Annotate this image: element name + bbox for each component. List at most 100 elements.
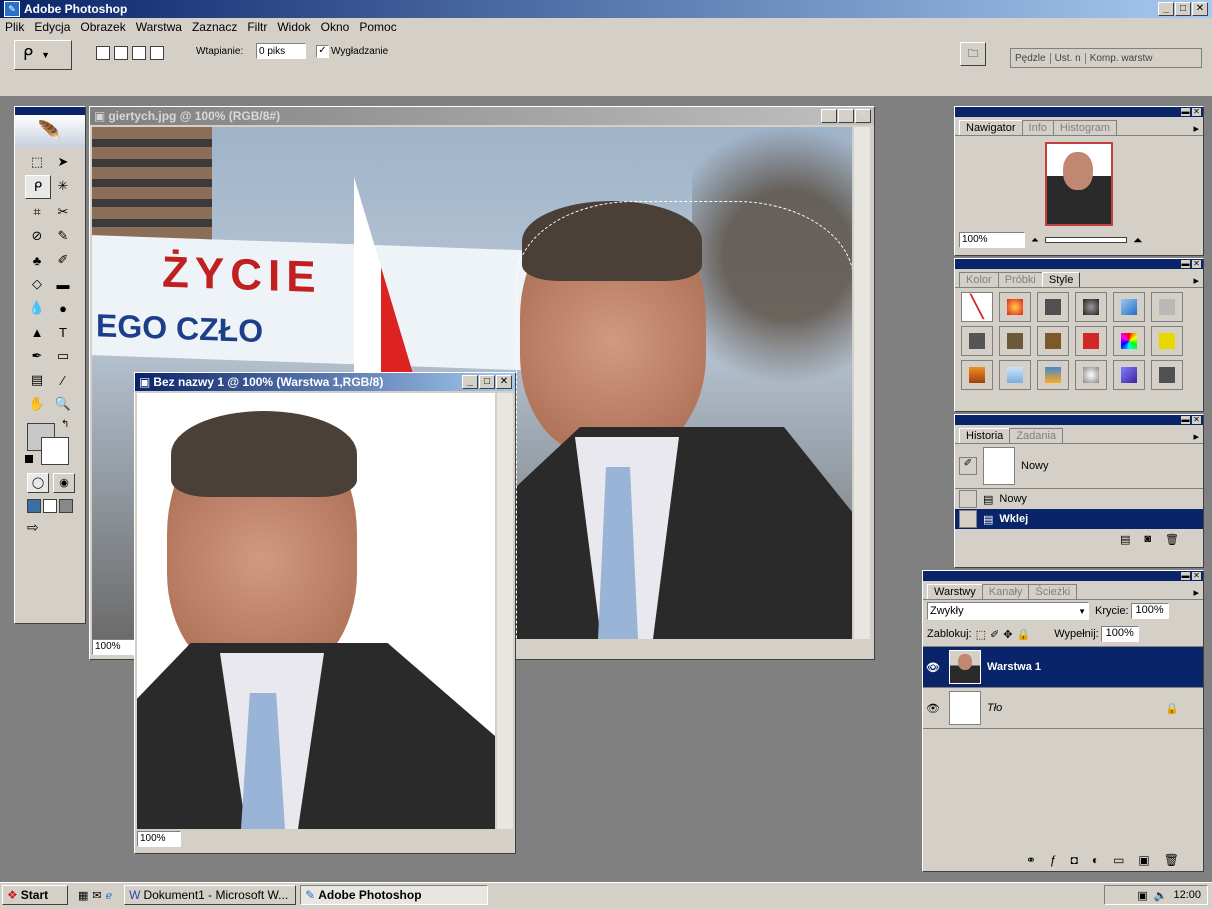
tab-kanaly[interactable]: Kanały (981, 584, 1030, 599)
blend-mode-select[interactable]: Zwykły ▼ (927, 602, 1089, 620)
doc2-maximize-button[interactable]: □ (479, 375, 495, 389)
opacity-field[interactable]: 100% (1130, 603, 1169, 619)
doc2-close-button[interactable]: ✕ (496, 375, 512, 389)
menu-zaznacz[interactable]: Zaznacz (187, 20, 242, 34)
navigator-menu-icon[interactable]: ▸ (1193, 122, 1199, 135)
history-minimize-button[interactable]: ▬ (1181, 416, 1190, 424)
history-snapshot[interactable]: ✐ Nowy (955, 444, 1203, 489)
doc1-zoom-field[interactable]: 100% (92, 639, 136, 655)
palette-well-tab-brushes[interactable]: Pędzle (1011, 52, 1051, 64)
palette-well-tab-layer-comps[interactable]: Komp. warstw (1086, 53, 1157, 64)
eyedropper-icon[interactable]: ⁄ (51, 369, 75, 391)
new-document-from-state-icon[interactable]: ▤ (1120, 533, 1130, 546)
standard-mode-icon[interactable]: ◯ (27, 473, 49, 493)
file-browser-icon[interactable]: 🗀 (960, 42, 986, 66)
tab-historia[interactable]: Historia (959, 428, 1011, 443)
feather-input[interactable]: 0 piks (256, 43, 306, 59)
imageready-jump-icon[interactable]: ⇨ (27, 519, 85, 536)
quick-mask-icon[interactable]: ◉ (53, 473, 75, 493)
style-swatch[interactable] (999, 326, 1031, 356)
tab-probki[interactable]: Próbki (997, 272, 1043, 287)
layers-minimize-button[interactable]: ▬ (1181, 572, 1190, 580)
fill-field[interactable]: 100% (1100, 626, 1139, 642)
menu-pomoc[interactable]: Pomoc (354, 20, 401, 34)
move-tool-icon[interactable]: ➤ (51, 151, 75, 173)
style-swatch[interactable] (999, 292, 1031, 322)
history-close-button[interactable]: ✕ (1192, 416, 1201, 424)
antialias-checkbox[interactable]: ✓ (316, 45, 329, 58)
new-snapshot-icon[interactable]: ◙ (1144, 533, 1151, 546)
document-titlebar[interactable]: ▣ giertych.jpg @ 100% (RGB/8#) _ □ ✕ (90, 107, 874, 125)
zoom-out-icon[interactable]: ⏶ (1031, 235, 1039, 246)
gradient-tool-icon[interactable]: ▬ (51, 273, 75, 295)
tab-info[interactable]: Info (1021, 120, 1054, 135)
background-color-swatch[interactable] (41, 437, 69, 465)
default-colors-icon[interactable] (25, 455, 33, 463)
tab-sciezki[interactable]: Ścieżki (1028, 584, 1078, 599)
history-brush-icon[interactable]: ✐ (51, 249, 75, 271)
layers-menu-icon[interactable]: ▸ (1193, 586, 1199, 599)
menu-plik[interactable]: Plik (0, 20, 29, 34)
styles-menu-icon[interactable]: ▸ (1193, 274, 1199, 287)
tool-preset-dropdown[interactable]: ▼ (41, 50, 50, 60)
quicklaunch-desktop-icon[interactable]: ▦ (78, 889, 88, 902)
visibility-eye-icon[interactable]: 👁 (923, 661, 943, 674)
lock-pixels-icon[interactable]: ✐ (990, 628, 999, 641)
style-swatch[interactable] (961, 326, 993, 356)
network-icon[interactable]: ▣ (1137, 889, 1147, 902)
blur-tool-icon[interactable]: 💧 (25, 297, 49, 319)
tab-style[interactable]: Style (1041, 272, 1081, 287)
zoom-in-icon[interactable]: ⏶ (1133, 233, 1143, 248)
doc2-zoom-field[interactable]: 100% (137, 831, 181, 847)
intersect-selection-icon[interactable] (150, 46, 164, 60)
style-swatch[interactable] (1151, 326, 1183, 356)
new-layer-icon[interactable]: ▣ (1138, 853, 1149, 867)
style-swatch[interactable] (1037, 326, 1069, 356)
pen-tool-icon[interactable]: ✒ (25, 345, 49, 367)
clock[interactable]: 12:00 (1173, 889, 1201, 901)
app-titlebar[interactable]: ✎ Adobe Photoshop _ □ ✕ (0, 0, 1212, 18)
magic-wand-icon[interactable]: ✳ (51, 175, 75, 197)
styles-minimize-button[interactable]: ▬ (1181, 260, 1190, 268)
subtract-selection-icon[interactable] (132, 46, 146, 60)
navigator-minimize-button[interactable]: ▬ (1181, 108, 1190, 116)
minimize-button[interactable]: _ (1158, 2, 1174, 16)
task-word[interactable]: W Dokument1 - Microsoft W... (124, 885, 297, 905)
history-item[interactable]: ▤ Nowy (955, 489, 1203, 509)
menu-warstwa[interactable]: Warstwa (131, 20, 187, 34)
history-menu-icon[interactable]: ▸ (1193, 430, 1199, 443)
screen-mode-full-menu-icon[interactable] (43, 499, 57, 513)
link-layers-icon[interactable]: ⚭ (1026, 853, 1036, 867)
palette-well-tab-tool-presets[interactable]: Ust. n (1051, 52, 1086, 64)
history-item-selected[interactable]: ▤ Wklej (955, 509, 1203, 529)
tab-histogram[interactable]: Histogram (1052, 120, 1118, 135)
lock-transparency-icon[interactable]: ⬚ (976, 628, 986, 641)
tab-zadania[interactable]: Zadania (1009, 428, 1064, 443)
doc-minimize-button[interactable]: _ (821, 109, 837, 123)
volume-icon[interactable]: 🔈 (1154, 889, 1168, 902)
new-group-icon[interactable]: ▭ (1113, 853, 1124, 867)
notes-tool-icon[interactable]: ▤ (25, 369, 49, 391)
menu-okno[interactable]: Okno (316, 20, 355, 34)
lock-all-icon[interactable]: 🔒 (1016, 628, 1030, 641)
doc2-minimize-button[interactable]: _ (462, 375, 478, 389)
visibility-eye-icon[interactable]: 👁 (923, 702, 943, 715)
document2-canvas[interactable] (137, 393, 495, 829)
type-tool-icon[interactable]: T (51, 321, 75, 343)
new-selection-icon[interactable] (96, 46, 110, 60)
styles-close-button[interactable]: ✕ (1192, 260, 1201, 268)
healing-brush-icon[interactable]: ⊘ (25, 225, 49, 247)
style-swatch[interactable] (1075, 360, 1107, 390)
tab-kolor[interactable]: Kolor (959, 272, 999, 287)
navigator-zoom-field[interactable]: 100% (959, 232, 1025, 248)
style-swatch[interactable] (1037, 292, 1069, 322)
layer-row[interactable]: 👁 Tło 🔒 (923, 688, 1203, 729)
lasso-tool-icon[interactable]: ᑭ (25, 175, 51, 199)
task-photoshop[interactable]: ✎ Adobe Photoshop (300, 885, 489, 905)
brush-tool-icon[interactable]: ✎ (51, 225, 75, 247)
document2-titlebar[interactable]: ▣ Bez nazwy 1 @ 100% (Warstwa 1,RGB/8) _… (135, 373, 515, 391)
screen-mode-full-icon[interactable] (59, 499, 73, 513)
screen-mode-standard-icon[interactable] (27, 499, 41, 513)
path-selection-icon[interactable]: ▲ (25, 321, 49, 343)
menu-edycja[interactable]: Edycja (29, 20, 75, 34)
